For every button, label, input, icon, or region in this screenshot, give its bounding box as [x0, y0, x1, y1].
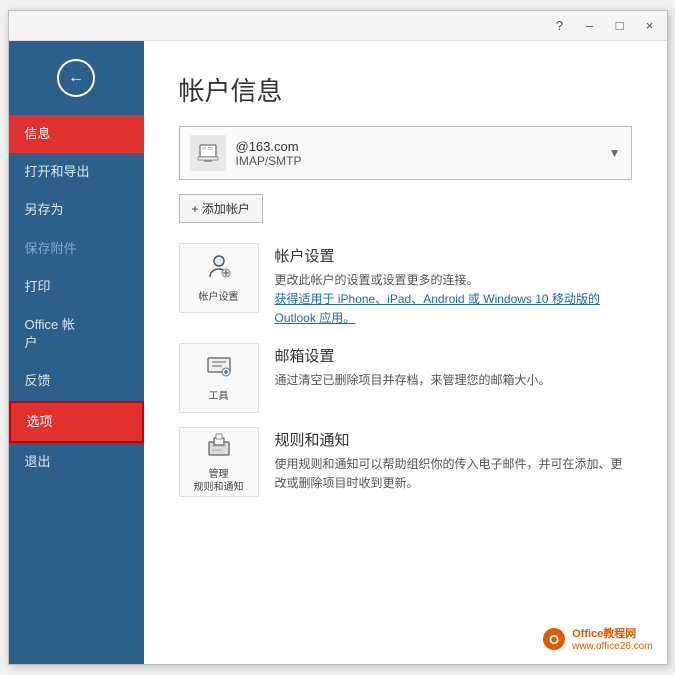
main-window: ? – □ × ← 信息 打开和导出 另存为 保存附件 打印	[8, 10, 668, 665]
add-account-label: + 添加帐户	[192, 200, 250, 217]
watermark: O Office教程网 www.office26.com	[542, 625, 652, 652]
main-content: 帐户信息 @163.com IMAP/SMTP	[144, 41, 667, 664]
sidebar-item-print[interactable]: 打印	[9, 268, 144, 306]
account-settings-icon	[204, 253, 234, 287]
account-settings-label: 帐户设置	[199, 291, 239, 304]
title-bar: ? – □ ×	[9, 11, 667, 41]
account-settings-card: 帐户设置 帐户设置 更改此帐户的设置或设置更多的连接。 获得适用于 iPhone…	[179, 243, 632, 329]
account-settings-link[interactable]: 获得适用于 iPhone、iPad、Android 或 Windows 10 移…	[275, 292, 600, 325]
rules-notifications-icon	[204, 430, 234, 464]
account-settings-desc: 更改此帐户的设置或设置更多的连接。 获得适用于 iPhone、iPad、Andr…	[275, 271, 632, 329]
content-area: ← 信息 打开和导出 另存为 保存附件 打印 Office 帐 户 反馈	[9, 41, 667, 664]
account-email: @163.com	[236, 139, 609, 154]
minimize-button[interactable]: –	[581, 18, 599, 33]
rules-notifications-icon-box[interactable]: 管理 规则和通知	[179, 427, 259, 497]
account-dropdown[interactable]: @163.com IMAP/SMTP ▼	[179, 126, 632, 180]
maximize-button[interactable]: □	[611, 18, 629, 33]
add-account-button[interactable]: + 添加帐户	[179, 194, 263, 223]
watermark-text: Office教程网 www.office26.com	[572, 625, 652, 652]
account-settings-icon-box[interactable]: 帐户设置	[179, 243, 259, 313]
page-title: 帐户信息	[179, 71, 632, 108]
account-info: @163.com IMAP/SMTP	[236, 139, 609, 168]
mailbox-settings-content: 邮箱设置 通过清空已删除项目并存档，来管理您的邮箱大小。	[275, 343, 632, 390]
help-button[interactable]: ?	[551, 18, 569, 33]
sidebar-item-save-attach: 保存附件	[9, 230, 144, 268]
rules-notifications-label: 管理 规则和通知	[194, 468, 244, 494]
sidebar-item-open-export[interactable]: 打开和导出	[9, 153, 144, 191]
rules-notifications-content: 规则和通知 使用规则和通知可以帮助组织你的传入电子邮件，并可在添加、更改或删除项…	[275, 427, 632, 493]
back-button[interactable]: ←	[57, 59, 95, 97]
sidebar: ← 信息 打开和导出 另存为 保存附件 打印 Office 帐 户 反馈	[9, 41, 144, 664]
mailbox-settings-title: 邮箱设置	[275, 345, 632, 366]
sidebar-item-office-account[interactable]: Office 帐 户	[9, 306, 144, 362]
sidebar-item-save-as[interactable]: 另存为	[9, 191, 144, 229]
mailbox-settings-icon	[204, 352, 234, 386]
account-type: IMAP/SMTP	[236, 154, 609, 168]
sidebar-item-feedback[interactable]: 反馈	[9, 362, 144, 400]
sidebar-item-options[interactable]: 选项	[9, 401, 144, 443]
mailbox-settings-label: 工具	[209, 390, 229, 403]
svg-text:O: O	[549, 632, 559, 647]
account-settings-title: 帐户设置	[275, 245, 632, 266]
sidebar-item-exit[interactable]: 退出	[9, 443, 144, 481]
office-logo-icon: O	[542, 627, 566, 651]
mailbox-settings-desc: 通过清空已删除项目并存档，来管理您的邮箱大小。	[275, 371, 632, 390]
account-settings-content: 帐户设置 更改此帐户的设置或设置更多的连接。 获得适用于 iPhone、iPad…	[275, 243, 632, 329]
close-button[interactable]: ×	[641, 18, 659, 33]
sidebar-item-info[interactable]: 信息	[9, 115, 144, 153]
account-dropdown-arrow: ▼	[609, 146, 621, 160]
rules-notifications-card: 管理 规则和通知 规则和通知 使用规则和通知可以帮助组织你的传入电子邮件，并可在…	[179, 427, 632, 497]
rules-notifications-title: 规则和通知	[275, 429, 632, 450]
rules-notifications-desc: 使用规则和通知可以帮助组织你的传入电子邮件，并可在添加、更改或删除项目时收到更新…	[275, 455, 632, 493]
mailbox-settings-icon-box[interactable]: 工具	[179, 343, 259, 413]
mailbox-settings-card: 工具 邮箱设置 通过清空已删除项目并存档，来管理您的邮箱大小。	[179, 343, 632, 413]
account-icon	[190, 135, 226, 171]
